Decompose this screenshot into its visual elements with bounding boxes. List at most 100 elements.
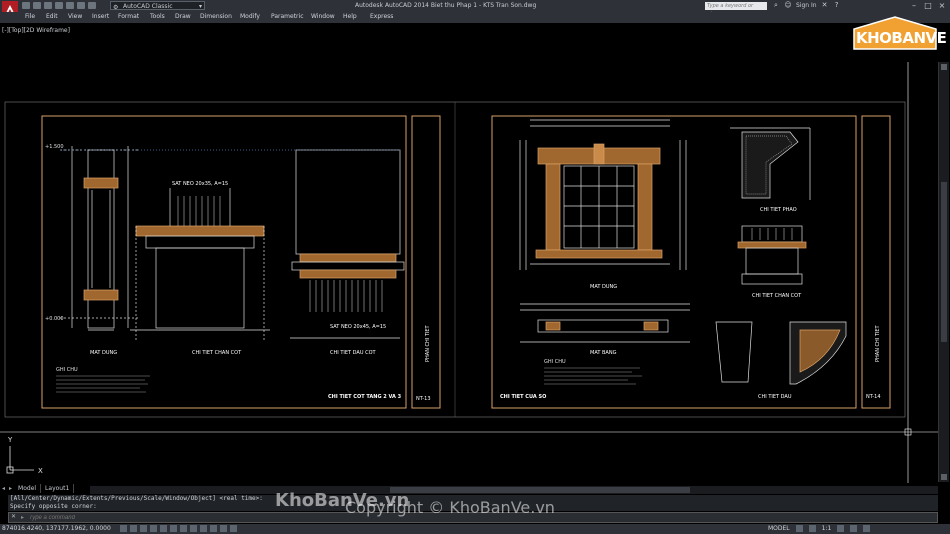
search-input[interactable]: Type a keyword or phrase — [705, 2, 767, 17]
model-button[interactable]: MODEL — [768, 525, 790, 532]
status-bar: 874016.4240, 137177.1962, 0.0000 MODEL 1… — [0, 524, 950, 534]
quick-view-icon[interactable] — [795, 525, 803, 532]
clean-screen-icon[interactable] — [863, 525, 871, 532]
osnap-icon[interactable] — [160, 525, 167, 532]
close-button[interactable]: × — [936, 0, 948, 11]
grid-icon[interactable] — [130, 525, 137, 532]
dyn-icon[interactable] — [190, 525, 197, 532]
prompt-icon: ▸ — [21, 514, 25, 521]
layout-tabs: ◂ ▸ Model Layout1 — [0, 484, 75, 493]
menu-format[interactable]: Format — [118, 13, 139, 20]
window-plan — [520, 303, 690, 343]
corbel-detail — [715, 321, 847, 385]
coordinates-readout: 874016.4240, 137177.1962, 0.0000 — [2, 525, 111, 532]
otrack-icon[interactable] — [170, 525, 177, 532]
scroll-thumb-h[interactable] — [390, 487, 690, 493]
tab-layout1[interactable]: Layout1 — [41, 484, 75, 493]
watermark-logo: KHOBANVE — [852, 15, 947, 53]
menu-view[interactable]: View — [68, 13, 82, 20]
menu-parametric[interactable]: Parametric — [271, 13, 304, 20]
label-window-plan: MAT BANG — [590, 350, 617, 356]
menu-file[interactable]: File — [25, 13, 35, 20]
drawing-canvas[interactable]: +1.500 +0.000 SAT NEO 20x35, A=15 SAT NE… — [0, 23, 938, 483]
annotation-icon[interactable] — [808, 525, 816, 532]
redo-icon[interactable] — [88, 2, 96, 9]
quick-properties-icon[interactable] — [220, 525, 227, 532]
watermark-copyright: Copyright © KhoBanVe.vn — [345, 498, 555, 517]
right-base-detail — [737, 225, 807, 285]
label-right-base: CHI TIET CHAN COT — [752, 293, 802, 299]
menu-dimension[interactable]: Dimension — [200, 13, 232, 20]
level-bottom: +0.000 — [45, 316, 64, 322]
workspace-switch-icon[interactable] — [837, 525, 845, 532]
tab-model[interactable]: Model — [14, 484, 42, 493]
window-title: Autodesk AutoCAD 2014 Biet thu Phap 1 - … — [355, 2, 537, 9]
ucs-icon — [6, 446, 34, 474]
note-top: SAT NEO 20x35, A=15 — [172, 181, 228, 187]
ucs-y-label: Y — [7, 436, 13, 444]
drafting-toggles — [120, 525, 237, 532]
menu-insert[interactable]: Insert — [92, 13, 109, 20]
right-sheet-number: NT-14 — [866, 394, 881, 400]
snap-icon[interactable] — [120, 525, 127, 532]
tab-nav-first[interactable]: ◂ — [0, 484, 7, 493]
status-right: MODEL 1:1 — [768, 525, 871, 532]
menu-edit[interactable]: Edit — [46, 13, 58, 20]
lock-icon[interactable] — [850, 525, 858, 532]
selection-cycling-icon[interactable] — [230, 525, 237, 532]
saveas-icon[interactable] — [55, 2, 63, 9]
transparency-icon[interactable] — [210, 525, 217, 532]
user-icon[interactable]: ☺ — [784, 1, 792, 9]
menu-modify[interactable]: Modify — [240, 13, 260, 20]
label-corbel: CHI TIET DAU — [758, 394, 792, 400]
new-icon[interactable] — [22, 2, 30, 9]
notes-lines — [56, 375, 150, 393]
polar-icon[interactable] — [150, 525, 157, 532]
left-title-block — [411, 115, 441, 409]
help-icon[interactable]: ? — [833, 1, 841, 9]
ducs-icon[interactable] — [180, 525, 187, 532]
sheet-title: CHI TIET COT TANG 2 VA 3 — [328, 394, 402, 400]
close-icon[interactable]: ✕ — [11, 513, 16, 520]
lineweight-icon[interactable] — [200, 525, 207, 532]
vertical-scrollbar[interactable] — [938, 62, 949, 482]
search-icon[interactable]: ⌕ — [772, 1, 780, 9]
menu-help[interactable]: Help — [343, 13, 357, 20]
exchange-icon[interactable]: ✕ — [821, 1, 829, 9]
sheet-number: NT-13 — [416, 396, 431, 402]
titlebar-tools: ⌕ ☺ Sign In ✕ ? — [772, 1, 841, 9]
column-base-detail — [130, 188, 270, 340]
sign-in-button[interactable]: Sign In — [796, 2, 817, 9]
right-sheet-title: CHI TIET CUA SO — [500, 394, 546, 400]
open-icon[interactable] — [33, 2, 41, 9]
save-icon[interactable] — [44, 2, 52, 9]
chevron-down-icon: ▾ — [198, 3, 202, 10]
menu-window[interactable]: Window — [311, 13, 335, 20]
horizontal-scrollbar[interactable] — [90, 486, 938, 494]
plot-icon[interactable] — [66, 2, 74, 9]
ortho-icon[interactable] — [140, 525, 147, 532]
minimize-button[interactable]: – — [908, 0, 920, 11]
menu-draw[interactable]: Draw — [175, 13, 191, 20]
scroll-down-arrow[interactable] — [941, 474, 947, 480]
annotation-scale[interactable]: 1:1 — [822, 525, 832, 532]
menu-tools[interactable]: Tools — [150, 13, 165, 20]
command-input[interactable] — [29, 514, 329, 522]
right-notes-head: GHI CHU — [544, 359, 566, 365]
notes-head: GHI CHU — [56, 367, 78, 373]
scroll-thumb[interactable] — [941, 182, 947, 342]
menu-express[interactable]: Express — [370, 13, 393, 20]
level-top: +1.500 — [45, 144, 64, 150]
sill-detail — [730, 127, 811, 200]
workspace-label: AutoCAD Classic — [123, 3, 173, 10]
undo-icon[interactable] — [77, 2, 85, 9]
maximize-button[interactable]: □ — [922, 0, 934, 11]
menu-bar: File Edit View Insert Format Tools Draw … — [0, 12, 950, 23]
scroll-up-arrow[interactable] — [941, 64, 947, 70]
tab-nav-next[interactable]: ▸ — [7, 484, 14, 493]
quick-access-toolbar — [22, 2, 96, 9]
side-title: PHAN CHI TIET — [425, 324, 431, 362]
column-elevation — [60, 146, 140, 331]
workspace-dropdown[interactable]: ⚙ AutoCAD Classic ▾ — [110, 1, 205, 11]
ucs-x-label: X — [38, 467, 43, 475]
